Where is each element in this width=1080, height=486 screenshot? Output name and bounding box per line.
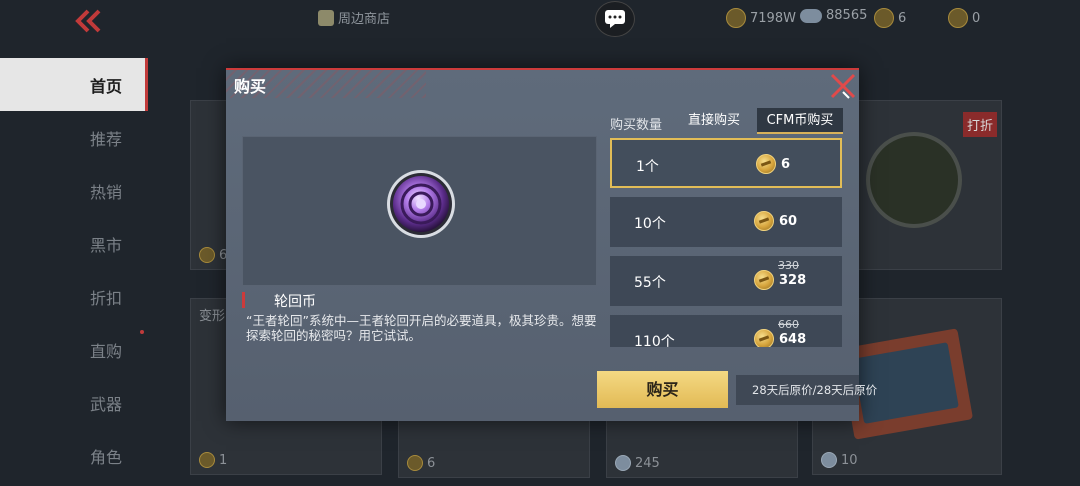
buy-button[interactable]: 购买	[597, 371, 728, 408]
quantity-option-1[interactable]: 1个 6	[610, 138, 842, 188]
cfm-coin-icon	[754, 270, 774, 290]
shop-card[interactable]: 245	[606, 420, 798, 478]
option-quantity: 110个	[634, 334, 675, 347]
sidebar-item-black-market[interactable]: 黑市	[0, 217, 150, 270]
option-price: 6	[756, 154, 790, 174]
shopping-bag-icon	[318, 9, 334, 26]
card-price-value: 245	[635, 455, 660, 471]
card-price: 1	[199, 452, 227, 468]
cfm-coin-icon	[754, 329, 774, 347]
sidebar-item-recommend[interactable]: 推荐	[0, 111, 150, 164]
gold-coin-icon	[726, 8, 746, 28]
sidebar-item-label: 黑市	[90, 235, 123, 255]
sidebar-item-direct-buy[interactable]: 直购	[0, 323, 150, 376]
item-description: “王者轮回”系统中—王者轮回开启的必要道具，极其珍贵。想要探索轮回的秘密吗？用它…	[246, 313, 597, 343]
cloud-currency-icon	[800, 8, 822, 23]
cfm-coin-icon	[407, 455, 423, 471]
cloud-amount: 88565	[826, 8, 868, 23]
option-price-value: 6	[781, 156, 791, 172]
sidebar-item-label: 直购	[90, 341, 123, 361]
cfm-point-amount: 0	[972, 10, 981, 26]
purchase-dialog: 购买 轮回币 “王者轮回”系统中—王者轮回开启的必要道具，极其珍贵。想要探索轮回…	[226, 68, 877, 421]
item-name: 轮回币	[274, 294, 316, 310]
tab-direct-buy[interactable]: 直接购买	[680, 108, 748, 134]
gold-amount: 7198W	[750, 10, 796, 26]
card-price: 245	[615, 455, 660, 471]
cloud-currency-icon	[615, 455, 631, 471]
card-price: 6	[199, 247, 227, 263]
option-quantity: 55个	[634, 275, 666, 291]
category-sidebar: 首页 推荐 热销 黑市 折扣 直购 武器 角色	[0, 58, 150, 482]
item-preview	[242, 136, 597, 286]
option-price: 328	[754, 270, 806, 290]
cfm-coin-icon	[199, 247, 215, 263]
card-price: 6	[407, 455, 435, 471]
sidebar-item-home[interactable]: 首页	[0, 58, 148, 111]
notification-dot	[140, 330, 144, 334]
cloud-currency-icon	[821, 452, 837, 468]
sidebar-item-label: 热销	[90, 182, 123, 202]
sidebar-item-discount[interactable]: 折扣	[0, 270, 150, 323]
sidebar-item-hot[interactable]: 热销	[0, 164, 150, 217]
option-quantity: 10个	[634, 216, 666, 232]
biohazard-icon	[866, 132, 962, 228]
sidebar-item-label: 折扣	[90, 288, 123, 308]
cfm-coin-icon	[199, 452, 215, 468]
dialog-title: 购买	[234, 77, 267, 96]
sidebar-item-label: 推荐	[90, 129, 123, 149]
sidebar-item-characters[interactable]: 角色	[0, 429, 150, 482]
top-bar: 周边商店 7198W 88565 6 0	[0, 0, 1080, 40]
option-price: 648	[754, 329, 806, 347]
card-title: 变形	[199, 309, 226, 324]
option-quantity: 1个	[636, 159, 659, 175]
sidebar-item-weapons[interactable]: 武器	[0, 376, 150, 429]
dialog-header	[226, 70, 859, 98]
cfm-coin-icon	[756, 154, 776, 174]
option-price-value: 60	[779, 213, 798, 229]
cfm-point-icon	[948, 8, 968, 28]
option-price-value: 328	[779, 272, 807, 288]
quantity-option-110[interactable]: 660 110个 648	[610, 315, 842, 347]
cfm-coin-icon	[754, 211, 774, 231]
cfm-coin-icon	[874, 8, 894, 28]
item-name-marker	[242, 292, 245, 308]
chat-bubble-icon	[605, 10, 625, 28]
cfm-point-currency: 0	[948, 8, 980, 28]
sidebar-item-label: 角色	[90, 447, 123, 467]
price-restore-note: 28天后原价/28天后原价	[736, 375, 877, 405]
cloud-currency: 88565	[800, 8, 867, 23]
nearby-store-link[interactable]: 周边商店	[318, 8, 390, 27]
option-price-value: 648	[779, 331, 807, 347]
reincarnation-coin-icon	[387, 170, 455, 238]
option-price: 60	[754, 211, 797, 231]
nearby-store-label: 周边商店	[338, 12, 391, 27]
card-price-value: 10	[841, 452, 858, 468]
quantity-option-10[interactable]: 10个 60	[610, 197, 842, 247]
back-arrow-icon[interactable]	[72, 8, 106, 34]
discount-badge: 打折	[963, 112, 998, 137]
sidebar-item-label: 首页	[90, 76, 123, 96]
shop-card[interactable]: 6	[398, 420, 590, 478]
cfm-amount: 6	[898, 10, 907, 26]
tab-cfm-buy[interactable]: CFM币购买	[757, 108, 843, 134]
card-price-value: 6	[427, 455, 436, 471]
chat-button[interactable]	[595, 1, 635, 37]
quantity-label: 购买数量	[610, 118, 663, 133]
quantity-option-55[interactable]: 330 55个 328	[610, 256, 842, 306]
gold-currency: 7198W	[726, 8, 796, 28]
card-price-value: 1	[219, 452, 228, 468]
close-icon[interactable]	[829, 72, 857, 100]
card-price: 10	[821, 452, 858, 468]
cfm-currency: 6	[874, 8, 906, 28]
sidebar-item-label: 武器	[90, 394, 123, 414]
